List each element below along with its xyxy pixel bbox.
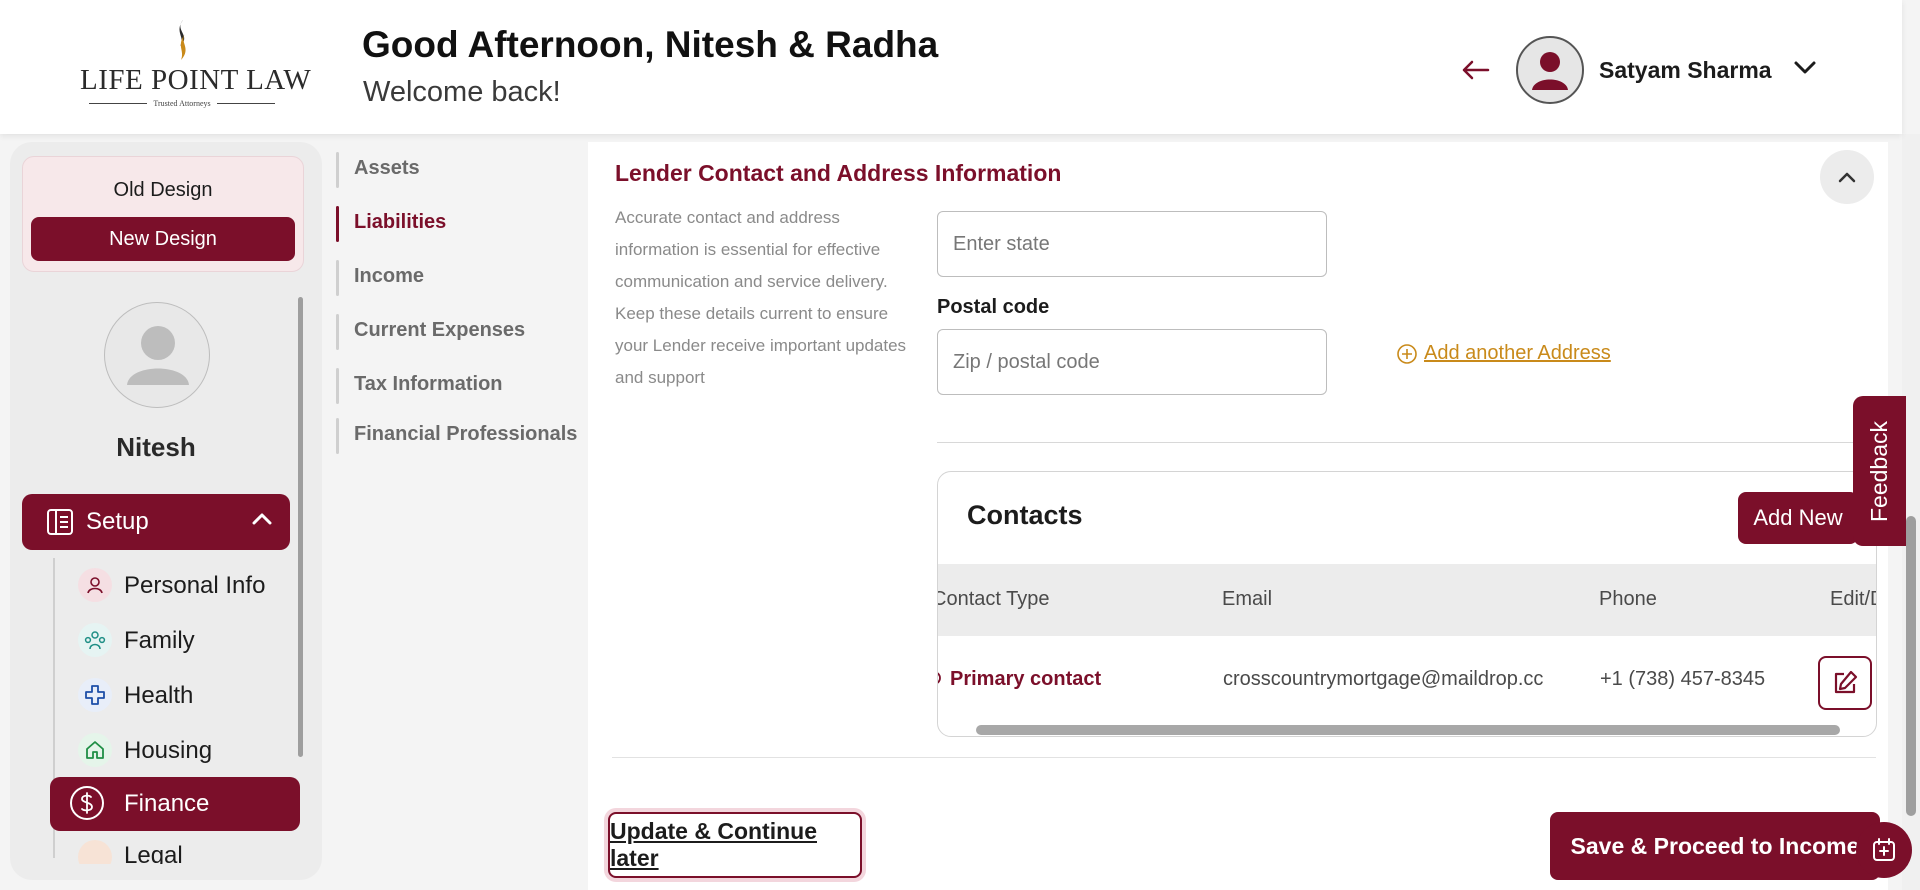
postal-code-label: Postal code <box>937 296 1050 318</box>
sidebar-item-personal-info[interactable]: Personal Info <box>68 560 298 608</box>
section-nav-liabilities[interactable]: Liabilities <box>336 200 586 244</box>
welcome-subtitle: Welcome back! <box>363 76 561 108</box>
sidebar-item-label: Legal <box>124 842 183 864</box>
update-continue-later-button[interactable]: Update & Continue later <box>608 812 862 878</box>
dollar-icon <box>70 786 104 820</box>
edit-icon <box>1834 670 1858 694</box>
old-design-button[interactable]: Old Design <box>23 179 303 202</box>
column-header-phone: Phone <box>1599 588 1657 610</box>
logo-tagline: Trusted Attorneys <box>153 99 211 108</box>
design-toggle: Old Design New Design <box>22 156 304 272</box>
person-icon <box>78 568 112 602</box>
profile-name: Nitesh <box>116 432 196 462</box>
sidebar-scrollbar[interactable] <box>298 297 303 757</box>
setup-label: Setup <box>86 508 149 535</box>
section-nav-assets[interactable]: Assets <box>336 146 586 190</box>
section-nav-financial-professionals[interactable]: Financial Professionals <box>336 412 586 456</box>
contact-phone-cell: +1 (738) 457-8345 <box>1600 668 1766 690</box>
flame-logo-icon <box>179 20 186 60</box>
profile-avatar-icon <box>127 326 189 385</box>
section-nav-income[interactable]: Income <box>336 254 586 298</box>
section-description: Accurate contact and address information… <box>615 208 907 387</box>
legal-icon <box>78 840 112 864</box>
sidebar-item-label: Finance <box>124 790 210 817</box>
sidebar-item-label: Family <box>124 627 195 654</box>
column-header-email: Email <box>1222 588 1273 610</box>
table-horizontal-scrollbar[interactable] <box>976 725 1840 735</box>
state-input[interactable] <box>937 211 1327 277</box>
sidebar-item-legal[interactable]: Legal <box>68 836 298 864</box>
column-header-edit-delete: Edit/Delete <box>1830 588 1876 610</box>
family-icon <box>78 623 112 657</box>
edit-contact-button[interactable] <box>1818 656 1872 710</box>
contacts-table-header: Contact Type Email Phone Edit/Delete <box>938 564 1876 636</box>
sidebar-item-housing[interactable]: Housing <box>68 725 298 773</box>
feedback-tab[interactable]: Feedback <box>1853 396 1906 546</box>
chevron-down-icon[interactable] <box>1793 60 1817 81</box>
column-header-contact-type: Contact Type <box>937 588 1050 610</box>
plus-circle-icon <box>1397 343 1417 364</box>
main-content: Lender Contact and Address Information A… <box>588 142 1888 890</box>
user-name[interactable]: Satyam Sharma <box>1599 57 1772 84</box>
section-nav-current-expenses[interactable]: Current Expenses <box>336 308 586 352</box>
logo-wordmark: LIFE POINT LAW <box>80 64 312 96</box>
section-nav: Assets Liabilities Income Current Expens… <box>336 142 586 890</box>
profile-avatar <box>104 302 210 408</box>
health-cross-icon <box>78 678 112 712</box>
contacts-card: Contacts Add New Contact Type Email Phon… <box>937 471 1877 737</box>
app-header: LIFE POINT LAW Trusted Attorneys Good Af… <box>0 0 1902 134</box>
chevron-up-icon <box>1838 172 1856 183</box>
postal-code-input[interactable] <box>937 329 1327 395</box>
save-proceed-income-button[interactable]: Save & Proceed to Income <box>1550 812 1880 880</box>
sidebar-item-family[interactable]: Family <box>68 615 298 663</box>
user-avatar[interactable] <box>1516 36 1584 104</box>
house-icon <box>78 733 112 767</box>
new-design-button[interactable]: New Design <box>31 217 295 261</box>
table-row: Primary contact crosscountrymortgage@mai… <box>938 636 1876 724</box>
add-another-address-label: Add another Address <box>1424 342 1611 364</box>
sidebar: Old Design New Design Nitesh Setup Perso… <box>10 142 322 880</box>
add-new-contact-button[interactable]: Add New <box>1738 492 1858 544</box>
section-title: Lender Contact and Address Information <box>615 160 1062 186</box>
chevron-up-icon <box>252 513 272 525</box>
contact-email-cell: crosscountrymortgage@maildrop.cc <box>1223 668 1544 690</box>
sidebar-item-label: Personal Info <box>124 572 266 599</box>
contact-type-cell: Primary contact <box>938 668 1101 691</box>
greeting-title: Good Afternoon, Nitesh & Radha <box>362 24 939 65</box>
chat-add-icon <box>1873 838 1895 861</box>
add-another-address-link[interactable]: Add another Address <box>1396 342 1611 365</box>
chat-fab-button[interactable] <box>1856 822 1912 878</box>
contacts-title: Contacts <box>967 500 1083 530</box>
section-nav-tax-information[interactable]: Tax Information <box>336 362 586 406</box>
page-scrollbar-thumb[interactable] <box>1906 516 1916 816</box>
collapse-section-button[interactable] <box>1820 150 1874 204</box>
back-arrow-icon[interactable] <box>1460 58 1490 87</box>
setup-list-icon <box>47 509 73 535</box>
life-point-law-logo[interactable]: LIFE POINT LAW Trusted Attorneys <box>80 20 312 108</box>
user-avatar-icon <box>1532 52 1568 90</box>
sidebar-item-health[interactable]: Health <box>68 670 298 718</box>
sidebar-item-label: Housing <box>124 737 213 764</box>
sidebar-item-label: Health <box>124 682 194 709</box>
sidebar-item-finance[interactable]: Finance <box>50 777 300 831</box>
setup-menu-button[interactable]: Setup <box>22 494 290 550</box>
contact-person-icon <box>938 671 941 684</box>
